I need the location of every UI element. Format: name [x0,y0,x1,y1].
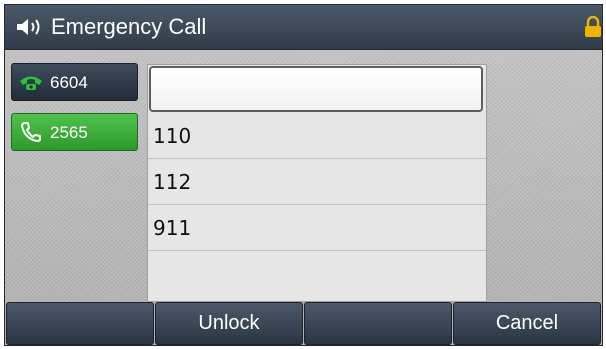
emergency-number: 112 [153,170,192,194]
line-key-2565[interactable]: 2565 [11,113,138,151]
list-item[interactable]: 112 [148,159,486,205]
cancel-button[interactable]: Cancel [453,302,601,345]
list-item[interactable]: 911 [148,205,486,251]
softkey-3[interactable] [304,302,452,345]
phone-handset-icon [20,76,42,90]
softkey-1[interactable] [6,302,154,345]
phone-screen: Emergency Call 6604 2565 110 112 911 Unl… [4,4,603,346]
softkey-bar: Unlock Cancel [5,302,602,345]
page-title: Emergency Call [51,14,207,39]
emergency-number-input[interactable] [149,66,483,112]
phone-call-icon [21,122,41,142]
lock-icon [585,16,601,37]
line-key-6604[interactable]: 6604 [11,63,138,101]
title-bar: Emergency Call [5,5,602,50]
line-key-label: 2565 [50,123,88,142]
speaker-icon [17,19,40,35]
emergency-number-list: 110 112 911 [147,64,487,302]
unlock-button[interactable]: Unlock [155,302,303,345]
line-key-label: 6604 [50,73,88,92]
emergency-number: 110 [153,124,192,148]
list-item[interactable]: 110 [148,113,486,159]
emergency-number: 911 [153,216,192,240]
